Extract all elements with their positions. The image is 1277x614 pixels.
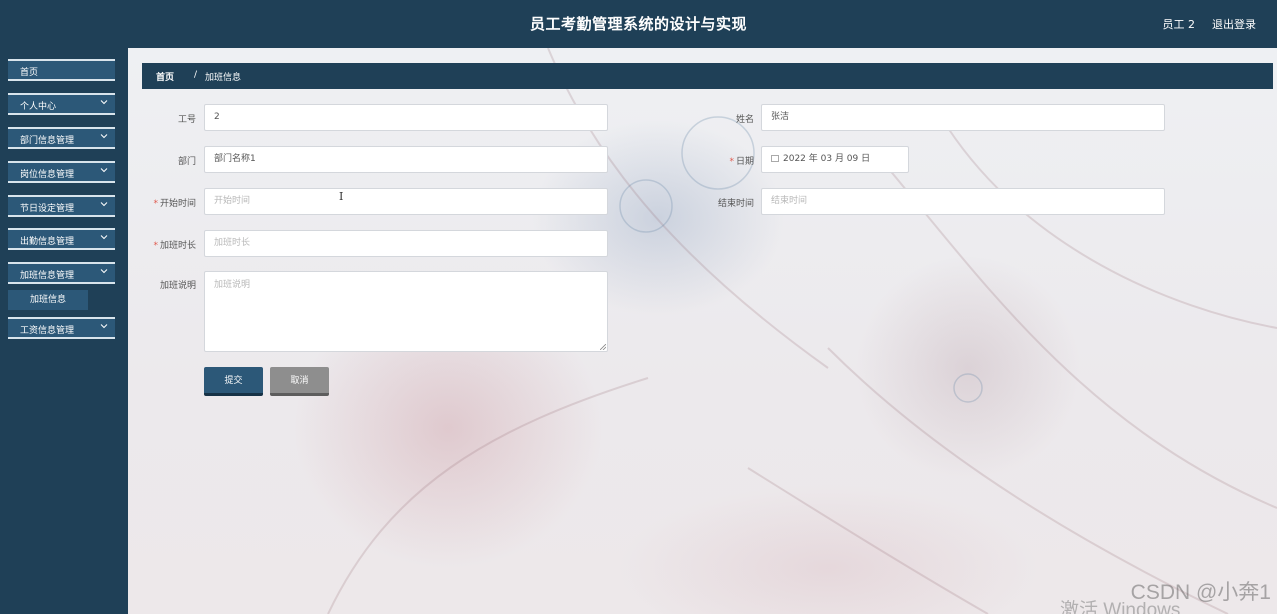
date-value: 2022 年 03 月 09 日 <box>783 154 871 164</box>
breadcrumb-home[interactable]: 首页 <box>156 70 174 83</box>
end-time-input[interactable]: 结束时间 <box>761 188 1165 215</box>
employee-no-input[interactable]: 2 <box>204 104 608 131</box>
resize-handle-icon[interactable] <box>600 344 606 350</box>
required-mark: * <box>729 157 734 167</box>
chevron-down-icon <box>100 100 108 105</box>
chevron-down-icon <box>100 202 108 207</box>
calendar-icon <box>771 155 779 162</box>
csdn-watermark: CSDN @小奔1 <box>1130 581 1271 604</box>
employee-no-label: 工号 <box>177 115 196 125</box>
end-time-label: 结束时间 <box>717 199 754 209</box>
sidebar-item-label: 个人中心 <box>20 102 57 112</box>
chevron-down-icon <box>100 324 108 329</box>
chevron-down-icon <box>100 269 108 274</box>
required-mark: * <box>153 199 158 209</box>
sidebar-item-personal-center[interactable]: 个人中心 <box>8 93 115 115</box>
cancel-button[interactable]: 取消 <box>270 367 329 396</box>
chevron-down-icon <box>100 134 108 139</box>
sidebar-item-holiday[interactable]: 节日设定管理 <box>8 195 115 217</box>
sidebar-item-label: 部门信息管理 <box>20 136 75 146</box>
description-textarea[interactable]: 加班说明 <box>204 271 608 352</box>
department-label: 部门 <box>177 157 196 167</box>
description-label: 加班说明 <box>159 281 196 291</box>
main-content: 首页 / 加班信息 工号 2 姓名 张洁 部门 部门名称1 * 日期 2022 年… <box>128 48 1277 614</box>
sidebar-item-label: 出勤信息管理 <box>20 237 75 247</box>
sidebar-item-salary[interactable]: 工资信息管理 <box>8 317 115 339</box>
current-user[interactable]: 员工 2 <box>1163 16 1196 32</box>
date-picker[interactable]: 2022 年 03 月 09 日 <box>761 146 909 173</box>
app-title: 员工考勤管理系统的设计与实现 <box>529 15 747 33</box>
top-header: 员工考勤管理系统的设计与实现 员工 2 退出登录 <box>0 0 1277 48</box>
sidebar-item-overtime[interactable]: 加班信息管理 <box>8 262 115 284</box>
text-cursor-icon: I <box>339 190 344 203</box>
sidebar-subitem-overtime-info[interactable]: 加班信息 <box>8 290 88 310</box>
submit-button[interactable]: 提交 <box>204 367 263 396</box>
description-placeholder: 加班说明 <box>214 280 251 290</box>
sidebar-item-attendance[interactable]: 出勤信息管理 <box>8 228 115 250</box>
sidebar-item-home[interactable]: 首页 <box>8 59 115 81</box>
department-input[interactable]: 部门名称1 <box>204 146 608 173</box>
breadcrumb-current: 加班信息 <box>205 73 242 83</box>
duration-input[interactable]: 加班时长 <box>204 230 608 257</box>
sidebar-item-label: 岗位信息管理 <box>20 170 75 180</box>
chevron-down-icon <box>100 235 108 240</box>
start-time-label: * 开始时间 <box>153 199 196 209</box>
sidebar-item-label: 加班信息管理 <box>20 271 75 281</box>
required-mark: * <box>153 241 158 251</box>
sidebar-item-department[interactable]: 部门信息管理 <box>8 127 115 149</box>
breadcrumb: 首页 / 加班信息 <box>142 63 1273 89</box>
duration-label: * 加班时长 <box>153 241 196 251</box>
breadcrumb-separator: / <box>194 70 198 80</box>
logout-link[interactable]: 退出登录 <box>1212 16 1256 32</box>
date-label: * 日期 <box>729 157 754 167</box>
sidebar-item-label: 节日设定管理 <box>20 204 75 214</box>
start-time-input[interactable]: 开始时间 <box>204 188 608 215</box>
sidebar-item-label: 首页 <box>20 68 39 78</box>
name-input[interactable]: 张洁 <box>761 104 1165 131</box>
sidebar-item-label: 工资信息管理 <box>20 326 75 336</box>
sidebar: 首页 个人中心 部门信息管理 岗位信息管理 节日设定管理 出勤信息管理 加班信息… <box>0 48 128 614</box>
sidebar-item-position[interactable]: 岗位信息管理 <box>8 161 115 183</box>
name-label: 姓名 <box>735 115 754 125</box>
chevron-down-icon <box>100 168 108 173</box>
